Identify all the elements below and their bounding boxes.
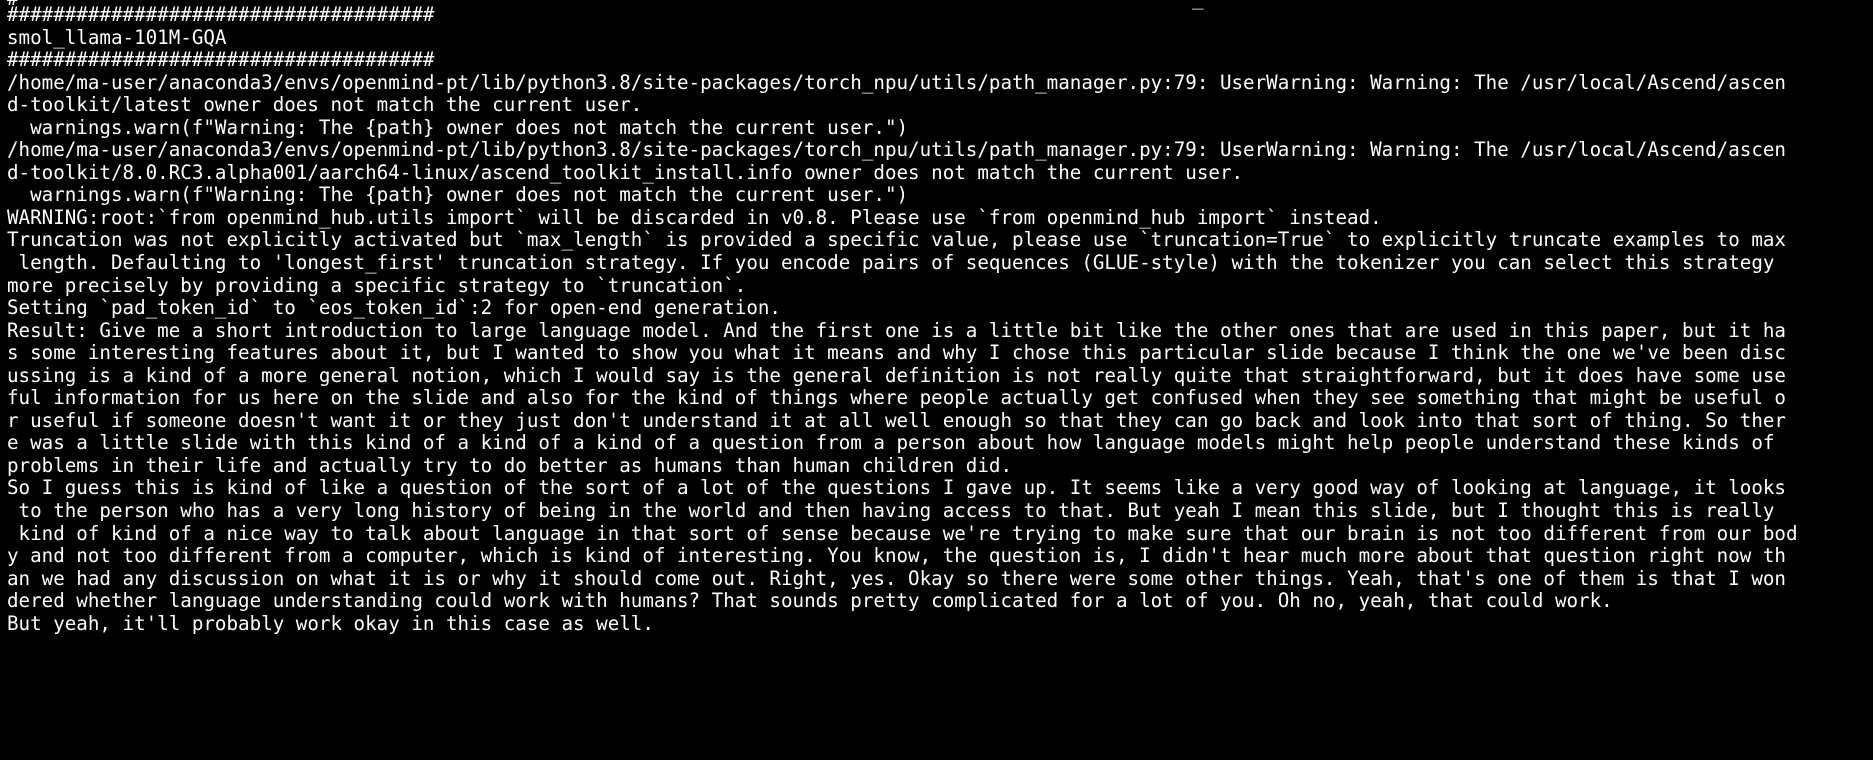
terminal-line: r useful if someone doesn't want it or t… xyxy=(7,408,1786,432)
terminal-line: Result: Give me a short introduction to … xyxy=(7,318,1786,342)
terminal-line: ##################################### xyxy=(7,3,435,26)
terminal-line: kind of kind of a nice way to talk about… xyxy=(7,521,1798,545)
terminal-line: an we had any discussion on what it is o… xyxy=(7,566,1786,590)
terminal-line: problems in their life and actually try … xyxy=(7,453,1013,477)
terminal-line: s some interesting features about it, bu… xyxy=(7,341,1786,365)
terminal-line: more precisely by providing a specific s… xyxy=(7,273,747,297)
terminal-line: warnings.warn(f"Warning: The {path} owne… xyxy=(7,115,909,139)
terminal-line: So I guess this is kind of like a questi… xyxy=(7,476,1786,500)
terminal-line: length. Defaulting to 'longest_first' tr… xyxy=(7,251,1775,275)
terminal-line: smol_llama-101M-GQA xyxy=(7,25,227,49)
terminal-line: d-toolkit/8.0.RC3.alpha001/aarch64-linux… xyxy=(7,160,1244,184)
terminal-line: ##################################### xyxy=(7,48,435,72)
terminal-line: y and not too different from a computer,… xyxy=(7,544,1786,568)
terminal-line: ussing is a kind of a more general notio… xyxy=(7,363,1786,387)
terminal-line: /home/ma-user/anaconda3/envs/openmind-pt… xyxy=(7,138,1786,162)
terminal-output[interactable]: # _ ####################################… xyxy=(7,0,1867,760)
terminal-line: ful information for us here on the slide… xyxy=(7,386,1786,410)
terminal-line: to the person who has a very long histor… xyxy=(7,499,1775,523)
terminal-line: warnings.warn(f"Warning: The {path} owne… xyxy=(7,183,909,207)
terminal-lines: ##################################### smo… xyxy=(7,3,1798,635)
terminal-line: /home/ma-user/anaconda3/envs/openmind-pt… xyxy=(7,70,1786,94)
terminal-line: dered whether language understanding cou… xyxy=(7,589,1613,613)
terminal-line: d-toolkit/latest owner does not match th… xyxy=(7,93,643,117)
terminal-line: Setting `pad_token_id` to `eos_token_id`… xyxy=(7,296,781,320)
terminal-line: Truncation was not explicitly activated … xyxy=(7,228,1786,252)
terminal-line: WARNING:root:`from openmind_hub.utils im… xyxy=(7,205,1382,229)
terminal-line: e was a little slide with this kind of a… xyxy=(7,431,1775,455)
terminal-line: But yeah, it'll probably work okay in th… xyxy=(7,611,654,635)
